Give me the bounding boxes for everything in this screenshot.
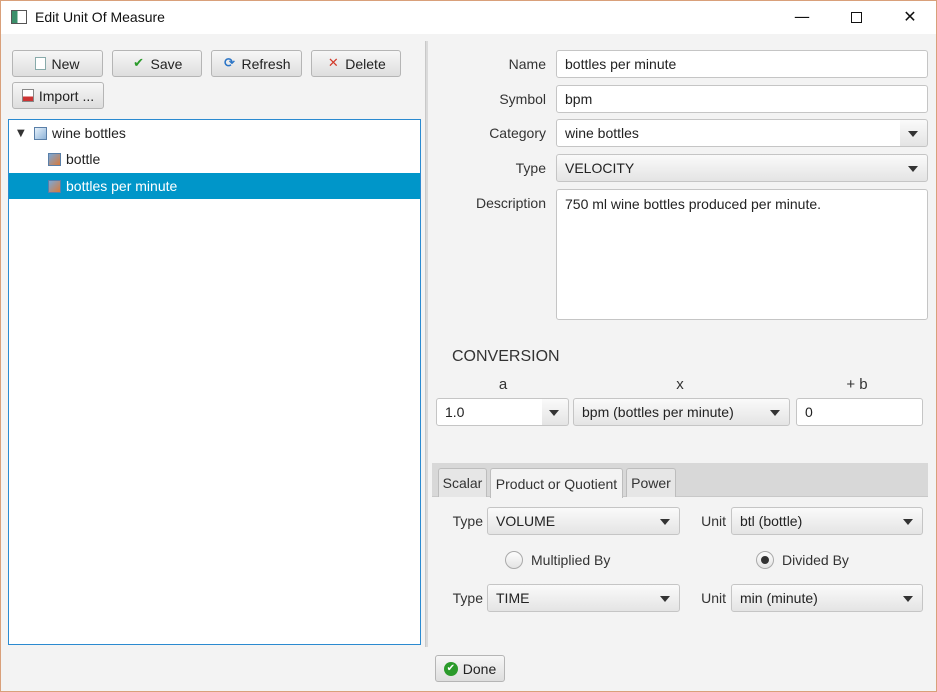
checkmark-icon: ✔ — [133, 55, 144, 71]
category-combo-field[interactable]: wine bottles — [556, 119, 901, 147]
import-button[interactable]: Import ... — [12, 82, 104, 109]
name-field[interactable]: bottles per minute — [556, 50, 928, 78]
new-button-label: New — [51, 55, 80, 72]
tree-item-label: bottle — [66, 151, 101, 167]
conversion-x-select[interactable]: bpm (bottles per minute) — [573, 398, 790, 426]
unit1-label: Unit — [701, 513, 726, 529]
type2-select-value: TIME — [496, 590, 530, 606]
tree-row-unit-selected[interactable]: bottles per minute — [9, 173, 420, 199]
type2-label: Type — [452, 590, 483, 606]
delete-button-label: Delete — [345, 55, 386, 72]
refresh-icon: ⟳ — [224, 55, 235, 71]
unit2-select-value: min (minute) — [740, 590, 818, 606]
type-select[interactable]: VELOCITY — [556, 154, 928, 182]
type-select-value: VELOCITY — [565, 160, 635, 176]
multiplied-by-label: Multiplied By — [531, 552, 611, 568]
delete-button[interactable]: ✕ Delete — [311, 50, 401, 77]
chevron-down-icon — [660, 519, 670, 525]
chevron-down-icon — [908, 131, 918, 137]
tree-item-label: bottles per minute — [66, 178, 178, 194]
description-label: Description — [475, 195, 546, 211]
maximize-button[interactable] — [833, 1, 879, 33]
conversion-a-dropdown-button[interactable] — [542, 398, 569, 426]
chevron-down-icon — [549, 410, 559, 416]
chevron-down-icon — [660, 596, 670, 602]
chevron-down-icon — [770, 410, 780, 416]
chevron-down-icon — [903, 519, 913, 525]
description-textarea[interactable]: 750 ml wine bottles produced per minute. — [556, 189, 928, 320]
unit-icon — [48, 179, 61, 193]
divided-by-radio[interactable] — [756, 551, 774, 569]
save-button[interactable]: ✔ Save — [112, 50, 202, 77]
conversion-b-field[interactable]: 0 — [796, 398, 923, 426]
chevron-down-icon — [903, 596, 913, 602]
folder-icon — [34, 126, 47, 140]
tree-item-label: wine bottles — [52, 125, 126, 141]
tree-row-unit[interactable]: bottle — [9, 146, 420, 172]
unit-icon — [48, 152, 61, 166]
chevron-down-icon — [908, 166, 918, 172]
window-title: Edit Unit Of Measure — [35, 9, 165, 25]
save-button-label: Save — [150, 55, 183, 72]
tree-row-category[interactable]: ▼ wine bottles — [9, 120, 420, 146]
done-button[interactable]: ✔ Done — [435, 655, 505, 682]
multiplied-by-radio[interactable] — [505, 551, 523, 569]
refresh-button[interactable]: ⟳ Refresh — [211, 50, 302, 77]
new-button[interactable]: New — [12, 50, 103, 77]
unit2-select[interactable]: min (minute) — [731, 584, 923, 612]
name-label: Name — [508, 56, 546, 72]
expand-arrow-icon[interactable]: ▼ — [17, 128, 25, 139]
type1-select-value: VOLUME — [496, 513, 556, 529]
symbol-label: Symbol — [499, 91, 546, 107]
conversion-x-value: bpm (bottles per minute) — [582, 404, 734, 420]
type1-select[interactable]: VOLUME — [487, 507, 680, 535]
refresh-button-label: Refresh — [241, 55, 291, 72]
unit2-label: Unit — [701, 590, 726, 606]
done-check-icon: ✔ — [443, 661, 458, 676]
unit-tree[interactable]: ▼ wine bottles bottle bottles per minute — [8, 119, 421, 645]
type1-label: Type — [452, 513, 483, 529]
conversion-x-header: x — [676, 376, 684, 393]
conversion-title: CONVERSION — [452, 348, 560, 365]
edit-unit-window: Edit Unit Of Measure — ✕ New ✔ Save ⟳ Re… — [0, 0, 937, 692]
divided-by-label: Divided By — [782, 552, 849, 568]
maximize-icon — [850, 12, 862, 23]
symbol-field[interactable]: bpm — [556, 85, 928, 113]
category-dropdown-button[interactable] — [900, 119, 928, 147]
close-button[interactable]: ✕ — [887, 1, 933, 33]
unit1-select[interactable]: btl (bottle) — [731, 507, 923, 535]
import-button-label: Import ... — [38, 87, 95, 104]
tab-scalar[interactable]: Scalar — [438, 468, 487, 497]
conversion-a-header: a — [498, 376, 508, 393]
app-icon — [11, 10, 27, 24]
type2-select[interactable]: TIME — [487, 584, 680, 612]
minimize-button[interactable]: — — [779, 1, 825, 33]
type-label: Type — [515, 160, 546, 176]
title-bar: Edit Unit Of Measure — ✕ — [1, 1, 936, 34]
done-button-label: Done — [462, 660, 497, 677]
conversion-b-header: + b — [846, 376, 868, 393]
unit1-select-value: btl (bottle) — [740, 513, 803, 529]
delete-x-icon: ✕ — [327, 55, 339, 71]
new-document-icon — [35, 57, 47, 70]
tab-product-or-quotient[interactable]: Product or Quotient — [490, 468, 623, 498]
conversion-a-field[interactable]: 1.0 — [436, 398, 543, 426]
import-icon — [21, 89, 34, 102]
tab-power[interactable]: Power — [626, 468, 676, 497]
split-divider[interactable] — [425, 41, 428, 647]
category-label: Category — [489, 125, 546, 141]
